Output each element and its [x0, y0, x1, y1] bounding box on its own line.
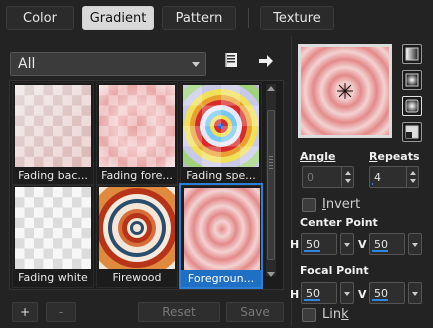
- gallery-scrollbar-thumb[interactable]: [267, 110, 275, 260]
- gallery-item-label: Foregroun...: [181, 270, 261, 287]
- center-v-spinner[interactable]: 50: [369, 233, 405, 255]
- invert-label: Invert: [322, 197, 361, 212]
- gallery-item-label: Firewood: [112, 271, 162, 284]
- spinner-down-icon: [410, 179, 416, 183]
- gallery-item-label: Fading bac...: [18, 169, 88, 182]
- angle-label: Angle: [300, 150, 336, 163]
- rectangular-shape-button[interactable]: [402, 70, 422, 90]
- thumbnail-image: [15, 85, 91, 167]
- gradient-preview[interactable]: [298, 44, 392, 138]
- gallery-item-label: Fading fore...: [101, 169, 173, 182]
- panel-divider: [291, 36, 292, 326]
- radial-shape-button[interactable]: [402, 96, 422, 116]
- thumbnail-image: [183, 85, 259, 167]
- save-button[interactable]: Save: [226, 302, 284, 322]
- thumbnail-image: [15, 187, 91, 269]
- gallery-item-fading-spectrum[interactable]: Fading spe...: [180, 82, 262, 186]
- center-v-label: V: [358, 238, 367, 251]
- spinner-up-icon: [410, 171, 416, 175]
- gallery-item-foreground[interactable]: Foregroun...: [179, 183, 263, 289]
- repeats-spinner[interactable]: 4: [369, 166, 419, 188]
- scroll-down-icon[interactable]: [267, 272, 275, 277]
- gallery-item-firewood[interactable]: Firewood: [96, 184, 178, 288]
- angle-spinner[interactable]: 0: [302, 166, 354, 188]
- invert-checkbox[interactable]: [302, 198, 316, 212]
- thumbnail-image: [99, 187, 175, 269]
- remove-button[interactable]: -: [46, 302, 76, 322]
- center-v-dropdown-button[interactable]: [408, 233, 422, 255]
- focal-point-label: Focal Point: [300, 264, 369, 277]
- tab-pattern[interactable]: Pattern: [162, 6, 236, 30]
- add-button[interactable]: +: [12, 302, 38, 322]
- link-label: Link: [322, 307, 349, 322]
- tab-separator: [248, 8, 249, 28]
- tab-texture[interactable]: Texture: [260, 6, 334, 30]
- center-v-level-bar: [372, 250, 388, 252]
- library-book-icon[interactable]: [223, 52, 239, 68]
- focal-h-dropdown-button[interactable]: [340, 282, 354, 304]
- center-marker-icon: [337, 83, 353, 99]
- center-point-label: Center Point: [300, 216, 378, 229]
- linear-gradient-icon: [405, 47, 419, 61]
- thumbnail-image: [184, 188, 260, 270]
- spinner-up-icon: [345, 171, 351, 175]
- repeats-level-bar: [372, 183, 373, 185]
- tab-color[interactable]: Color: [6, 6, 74, 30]
- focal-v-dropdown-button[interactable]: [408, 282, 422, 304]
- focal-v-spinner[interactable]: 50: [369, 282, 405, 304]
- scroll-up-icon[interactable]: [267, 86, 275, 91]
- focal-v-level-bar: [372, 299, 388, 301]
- category-dropdown-value: All: [18, 56, 36, 72]
- corner-gradient-icon: [405, 125, 419, 139]
- arrow-right-icon[interactable]: [258, 53, 274, 67]
- category-dropdown[interactable]: All: [10, 52, 206, 76]
- spinner-down-icon: [345, 179, 351, 183]
- focal-v-label: V: [358, 288, 367, 301]
- gallery-item-fading-foreground[interactable]: Fading fore...: [96, 82, 178, 186]
- center-h-spinner[interactable]: 50: [301, 233, 337, 255]
- center-h-dropdown-button[interactable]: [340, 233, 354, 255]
- reset-button[interactable]: Reset: [138, 302, 220, 322]
- gallery-item-label: Fading spe...: [186, 169, 256, 182]
- focal-h-level-bar: [304, 299, 320, 301]
- focal-h-label: H: [290, 288, 300, 301]
- scroll-grip-icon: [269, 156, 273, 170]
- gallery-item-fading-background[interactable]: Fading bac...: [12, 82, 94, 186]
- radial-gradient-icon: [405, 99, 419, 113]
- preview-image: [301, 47, 389, 135]
- linear-shape-button[interactable]: [402, 44, 422, 64]
- rectangular-gradient-icon: [405, 73, 419, 87]
- chevron-down-icon: [192, 62, 200, 67]
- gallery-item-fading-white[interactable]: Fading white: [12, 184, 94, 288]
- center-h-label: H: [290, 238, 300, 251]
- gallery-item-label: Fading white: [18, 271, 88, 284]
- center-h-level-bar: [304, 250, 320, 252]
- focal-h-spinner[interactable]: 50: [301, 282, 337, 304]
- repeats-label: Repeats: [369, 150, 420, 163]
- tab-gradient[interactable]: Gradient: [82, 6, 154, 30]
- corner-shape-button[interactable]: [402, 122, 422, 142]
- thumbnail-image: [99, 85, 175, 167]
- link-checkbox[interactable]: [302, 308, 316, 322]
